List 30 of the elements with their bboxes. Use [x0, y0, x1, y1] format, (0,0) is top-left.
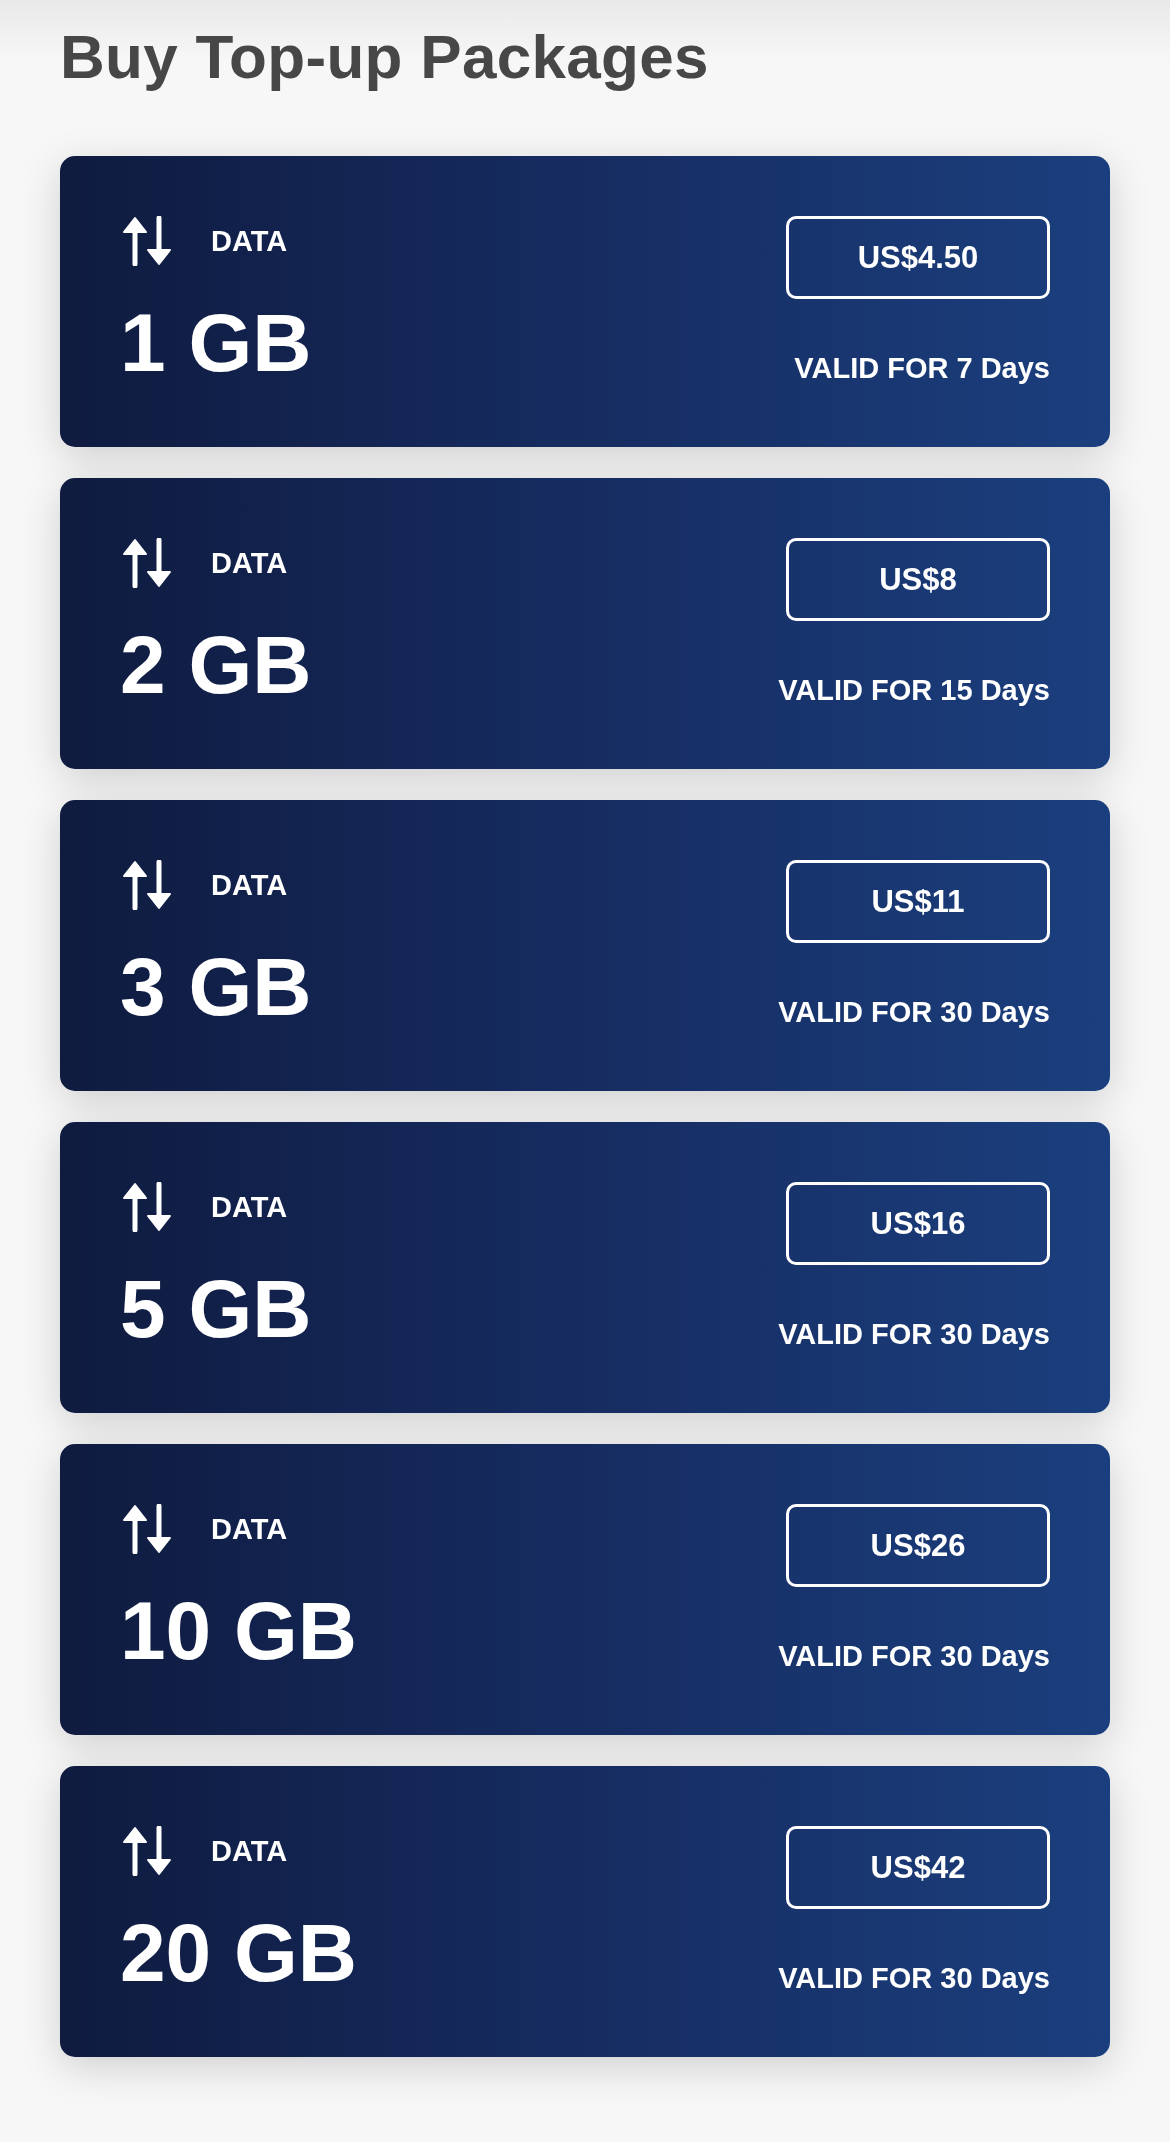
up-down-arrows-icon — [122, 538, 172, 588]
price-button[interactable]: US$26 — [786, 1504, 1050, 1587]
validity-text: VALID FOR 15 Days — [778, 673, 1050, 708]
data-amount: 2 GB — [120, 624, 312, 706]
validity-text: VALID FOR 7 Days — [794, 351, 1050, 386]
data-label: DATA — [211, 226, 288, 256]
data-label: DATA — [211, 1192, 288, 1222]
up-down-arrows-icon — [122, 216, 172, 266]
data-label: DATA — [211, 870, 288, 900]
data-amount: 20 GB — [120, 1912, 357, 1994]
price-button[interactable]: US$16 — [786, 1182, 1050, 1265]
validity-text: VALID FOR 30 Days — [778, 995, 1050, 1030]
data-amount: 5 GB — [120, 1268, 312, 1350]
validity-text: VALID FOR 30 Days — [778, 1961, 1050, 1996]
up-down-arrows-icon — [122, 1182, 172, 1232]
data-label: DATA — [211, 1836, 288, 1866]
price-button[interactable]: US$11 — [786, 860, 1050, 943]
data-amount: 3 GB — [120, 946, 312, 1028]
up-down-arrows-icon — [122, 1504, 172, 1554]
price-button[interactable]: US$4.50 — [786, 216, 1050, 299]
price-button[interactable]: US$42 — [786, 1826, 1050, 1909]
price-button[interactable]: US$8 — [786, 538, 1050, 621]
data-label: DATA — [211, 548, 288, 578]
validity-text: VALID FOR 30 Days — [778, 1317, 1050, 1352]
up-down-arrows-icon — [122, 1826, 172, 1876]
up-down-arrows-icon — [122, 860, 172, 910]
data-label: DATA — [211, 1514, 288, 1544]
data-amount: 1 GB — [120, 302, 312, 384]
data-amount: 10 GB — [120, 1590, 357, 1672]
validity-text: VALID FOR 30 Days — [778, 1639, 1050, 1674]
